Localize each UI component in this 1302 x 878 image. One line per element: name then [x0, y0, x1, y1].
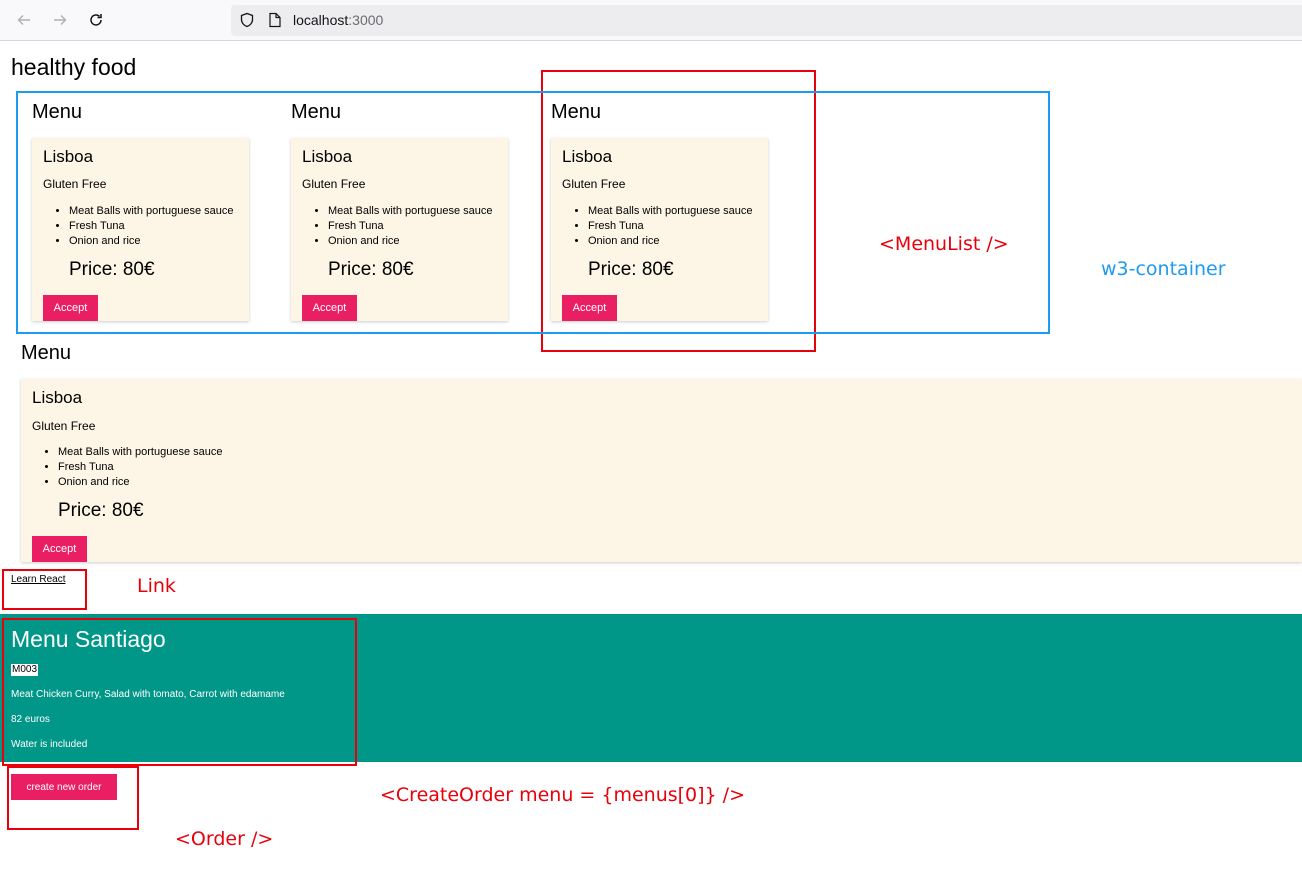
create-order-annotation-box	[2, 618, 357, 766]
menu-heading: Menu	[21, 342, 72, 364]
browser-toolbar: localhost:3000	[0, 0, 1302, 41]
order-annotation: <Order />	[175, 828, 274, 850]
card-items: Meat Balls with portuguese sauce Fresh T…	[58, 445, 222, 490]
back-icon[interactable]	[13, 9, 35, 31]
card-diet: Gluten Free	[32, 419, 96, 433]
page-icon	[269, 12, 281, 28]
order-annotation-box	[7, 766, 139, 830]
page-title: healthy food	[11, 54, 137, 80]
create-order-annotation: <CreateOrder menu = {menus[0]} />	[380, 784, 745, 806]
forward-icon[interactable]	[49, 9, 71, 31]
link-annotation: Link	[137, 575, 176, 597]
list-item: Fresh Tuna	[58, 460, 222, 475]
container-annotation: w3-container	[1101, 258, 1226, 280]
menu-card-wide: Lisboa Gluten Free Meat Balls with portu…	[21, 379, 1302, 562]
url-text[interactable]: localhost:3000	[293, 12, 383, 28]
menulist-annotation: <MenuList />	[879, 233, 1009, 255]
list-item: Meat Balls with portuguese sauce	[58, 445, 222, 460]
shield-icon[interactable]	[239, 12, 255, 28]
reload-icon[interactable]	[85, 9, 107, 31]
card-price: Price: 80€	[58, 500, 144, 521]
container-annotation-box	[16, 91, 1050, 334]
accept-button[interactable]: Accept	[32, 536, 87, 562]
list-item: Onion and rice	[58, 475, 222, 490]
link-annotation-box	[2, 569, 87, 610]
url-bar[interactable]: localhost:3000	[231, 5, 1302, 36]
card-title: Lisboa	[32, 388, 83, 407]
